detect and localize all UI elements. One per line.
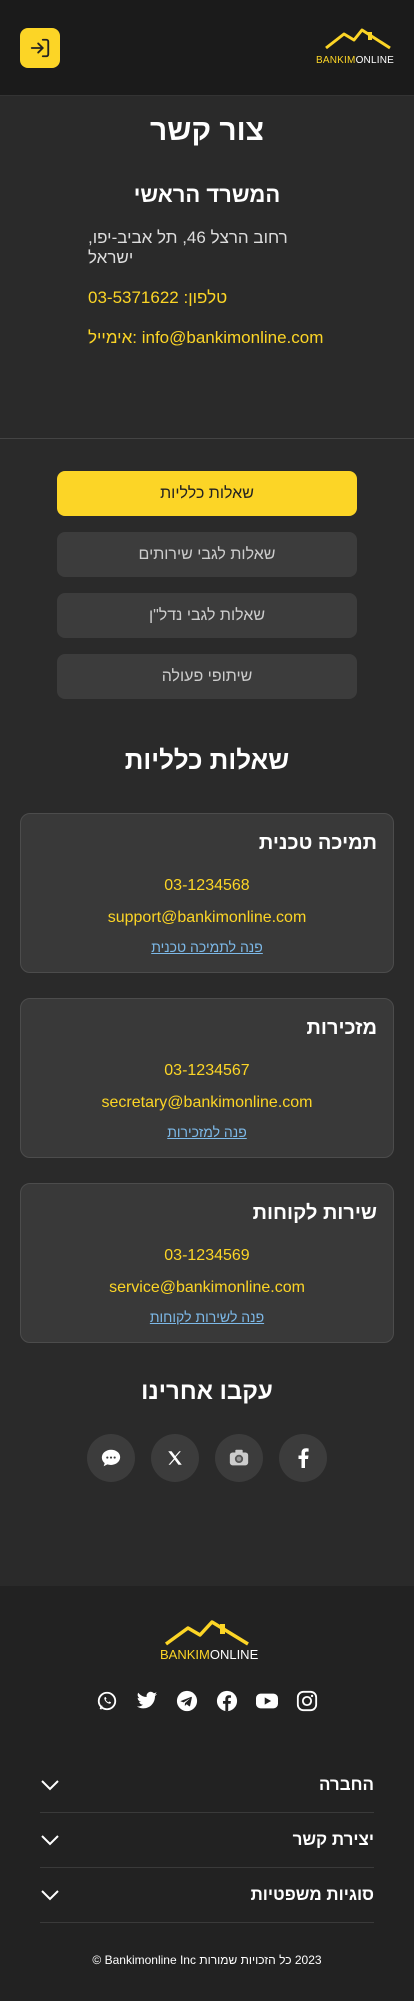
accordion-item-contact[interactable]: יצירת קשר: [40, 1813, 374, 1868]
accordion-item-legal[interactable]: סוגיות משפטיות: [40, 1868, 374, 1923]
copyright: 2023 כל הזכויות שמורות Bankimonline Inc …: [92, 1953, 322, 1967]
office-email[interactable]: info@bankimonline.com :אימייל: [88, 328, 326, 348]
whatsapp-icon[interactable]: [96, 1690, 118, 1712]
office-address: רחוב הרצל 46, תל אביב-יפו, ישראל: [88, 228, 288, 267]
card-contact-link[interactable]: פנה לשירות לקוחות: [150, 1309, 264, 1325]
card-title: שירות לקוחות: [252, 1202, 377, 1224]
tab-partnerships[interactable]: שיתופי פעולה: [57, 654, 357, 699]
category-tabs: שאלות כלליות שאלות לגבי שירותים שאלות לג…: [0, 439, 414, 699]
chevron-down-icon: [41, 1835, 59, 1846]
contact-section: צור קשר המשרד הראשי רחוב הרצל 46, תל אבי…: [0, 96, 414, 1586]
header: BANKIMONLINE: [0, 0, 414, 96]
roof-logo-icon: [325, 28, 391, 50]
youtube-icon[interactable]: [256, 1690, 278, 1712]
card-contact-link[interactable]: פנה למזכירות: [167, 1124, 247, 1140]
card-phone[interactable]: 03-1234569: [37, 1247, 377, 1265]
tab-real-estate-questions[interactable]: שאלות לגבי נדל"ן: [57, 593, 357, 638]
card-customer-service: שירות לקוחות 03-1234569 service@bankimon…: [20, 1183, 394, 1343]
card-title: תמיכה טכנית: [258, 832, 377, 854]
office-block: צור קשר המשרד הראשי רחוב הרצל 46, תל אבי…: [0, 96, 414, 439]
telegram-icon[interactable]: [176, 1690, 198, 1712]
camera-icon[interactable]: [215, 1434, 263, 1482]
social-links: [0, 1434, 414, 1534]
office-info: המשרד הראשי רחוב הרצל 46, תל אביב-יפו, י…: [0, 182, 414, 348]
accordion-label: החברה: [318, 1775, 374, 1794]
instagram-icon[interactable]: [296, 1690, 318, 1712]
card-email[interactable]: support@bankimonline.com: [37, 909, 377, 927]
footer-accordion: החברה יצירת קשר סוגיות משפטיות: [40, 1758, 374, 1923]
card-title: מזכירות: [306, 1017, 377, 1039]
card-email[interactable]: secretary@bankimonline.com: [37, 1094, 377, 1112]
accordion-label: יצירת קשר: [292, 1830, 374, 1849]
card-phone[interactable]: 03-1234567: [37, 1062, 377, 1080]
login-button[interactable]: [20, 28, 60, 68]
facebook-icon[interactable]: [216, 1690, 238, 1712]
twitter-icon[interactable]: [136, 1690, 158, 1712]
card-contact-link[interactable]: פנה לתמיכה טכנית: [151, 939, 263, 955]
brand-logo[interactable]: BANKIMONLINE: [316, 26, 394, 66]
follow-title: עקבו אחרינו: [141, 1378, 273, 1405]
page-title: צור קשר: [150, 114, 264, 147]
footer: BANKIMONLINE החברה יצירת קשר סוגיות משפט…: [0, 1586, 414, 2001]
footer-social-icons: [0, 1690, 414, 1730]
accordion-label: סוגיות משפטיות: [250, 1885, 374, 1904]
office-phone[interactable]: טלפון: 03-5371622: [88, 288, 326, 308]
chat-icon[interactable]: [87, 1434, 135, 1482]
card-tech-support: תמיכה טכנית 03-1234568 support@bankimonl…: [20, 813, 394, 973]
logo-wordmark: BANKIMONLINE: [316, 55, 394, 66]
chevron-down-icon: [41, 1890, 59, 1901]
section-title: שאלות כלליות: [124, 745, 290, 775]
facebook-icon[interactable]: [279, 1434, 327, 1482]
contact-cards: תמיכה טכנית 03-1234568 support@bankimonl…: [0, 813, 414, 1343]
office-title: המשרד הראשי: [133, 182, 281, 207]
card-email[interactable]: service@bankimonline.com: [37, 1279, 377, 1297]
logo-wordmark: BANKIMONLINE: [160, 1647, 259, 1662]
tab-service-questions[interactable]: שאלות לגבי שירותים: [57, 532, 357, 577]
accordion-item-company[interactable]: החברה: [40, 1758, 374, 1813]
chevron-down-icon: [41, 1780, 59, 1791]
roof-logo-icon: [164, 1620, 249, 1646]
card-secretary: מזכירות 03-1234567 secretary@bankimonlin…: [20, 998, 394, 1158]
card-phone[interactable]: 03-1234568: [37, 877, 377, 895]
tab-general-questions[interactable]: שאלות כלליות: [57, 471, 357, 516]
login-arrow-icon: [30, 38, 50, 58]
footer-logo[interactable]: BANKIMONLINE: [160, 1618, 259, 1662]
x-icon[interactable]: [151, 1434, 199, 1482]
